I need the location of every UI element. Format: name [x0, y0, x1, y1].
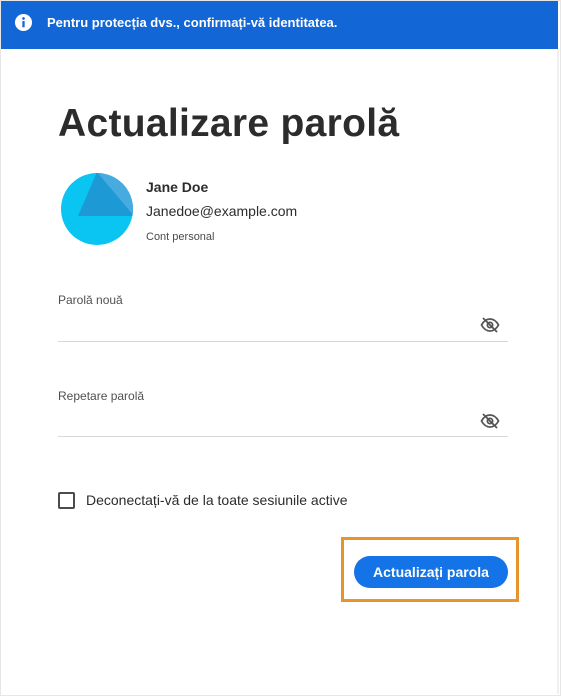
page-edge [557, 49, 559, 694]
new-password-label: Parolă nouă [58, 293, 123, 307]
sign-out-all-label[interactable]: Deconectați-vă de la toate sesiunile act… [86, 492, 347, 508]
account-type: Cont personal [146, 231, 215, 243]
new-password-input[interactable] [58, 312, 478, 338]
banner-text: Pentru protecția dvs., confirmați-vă ide… [47, 15, 338, 30]
repeat-password-input[interactable] [58, 408, 478, 434]
page-title: Actualizare parolă [58, 102, 400, 145]
info-banner: Pentru protecția dvs., confirmați-vă ide… [1, 1, 558, 49]
repeat-password-label: Repetare parolă [58, 389, 145, 403]
user-name: Jane Doe [146, 179, 209, 195]
info-icon [14, 13, 33, 32]
eye-slash-icon[interactable] [480, 317, 500, 333]
sign-out-all-checkbox[interactable] [58, 492, 75, 509]
user-email: Janedoe@example.com [146, 203, 298, 219]
update-password-button[interactable]: Actualizați parola [354, 556, 508, 588]
new-password-underline [58, 341, 508, 342]
avatar [61, 173, 133, 245]
repeat-password-underline [58, 436, 508, 437]
eye-slash-icon[interactable] [480, 413, 500, 429]
